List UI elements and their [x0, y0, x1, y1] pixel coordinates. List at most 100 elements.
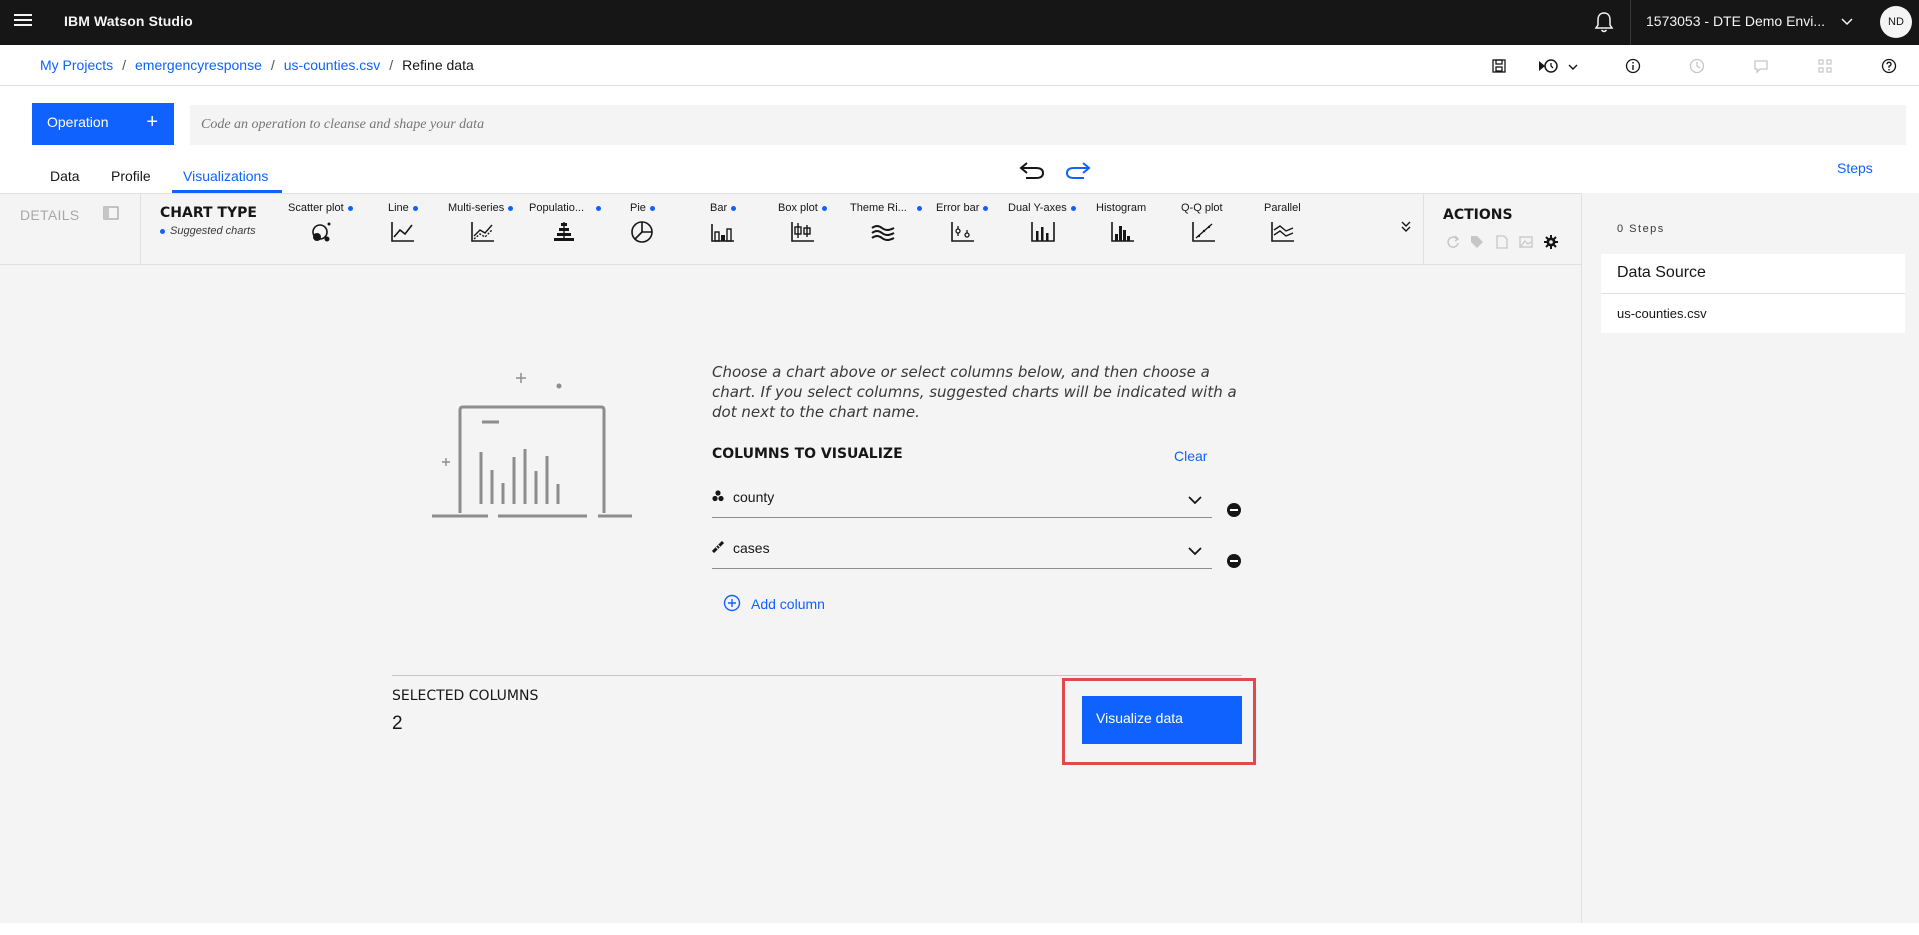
panel-divider	[140, 194, 141, 264]
hamburger-menu-icon[interactable]	[14, 14, 32, 28]
image-icon	[1519, 235, 1534, 254]
chevron-down-icon[interactable]	[1840, 15, 1854, 34]
numeric-ruler-icon	[711, 540, 725, 558]
chart-option-label: Box plot	[778, 202, 818, 214]
chart-option-label: Parallel	[1264, 202, 1301, 214]
settings-gear-icon[interactable]	[1543, 235, 1558, 254]
chart-option-label: Populatio...	[529, 202, 585, 214]
suggested-dot-icon	[649, 205, 655, 211]
breadcrumb: My Projects / emergencyresponse / us-countie…	[40, 57, 474, 73]
operation-code-input[interactable]	[190, 105, 1906, 145]
chart-option-histogram[interactable]: Histogram	[1096, 202, 1176, 258]
categorical-icon	[712, 489, 724, 507]
notification-bell-icon[interactable]	[1594, 11, 1614, 38]
visualize-instructions: Choose a chart above or select columns b…	[712, 363, 1237, 421]
tab-data[interactable]: Data	[50, 168, 80, 184]
help-icon[interactable]	[1881, 58, 1897, 79]
tab-visualizations[interactable]: Visualizations	[183, 168, 268, 184]
selected-columns-count: 2	[392, 713, 403, 734]
suggested-dot-icon	[347, 205, 353, 211]
chart-option-theme-river[interactable]: Theme Ri...	[850, 202, 930, 258]
actions-toolbar	[1446, 235, 1564, 254]
remove-column-cases-button[interactable]	[1227, 554, 1241, 568]
clear-columns-link[interactable]: Clear	[1174, 448, 1207, 464]
chart-option-dual-y-axes[interactable]: Dual Y-axes	[1008, 202, 1088, 258]
chart-option-label: Dual Y-axes	[1008, 202, 1067, 214]
error-bar-icon	[951, 222, 974, 242]
visualize-data-button[interactable]: Visualize data	[1082, 696, 1242, 744]
remove-column-county-button[interactable]	[1227, 503, 1241, 517]
data-source-title: Data Source	[1601, 254, 1905, 294]
suggested-dot-icon	[596, 205, 602, 211]
header-divider	[1630, 0, 1631, 45]
steps-panel: 0 Steps Data Source us-counties.csv	[1581, 193, 1919, 923]
add-column-button[interactable]: Add column	[723, 594, 825, 617]
redo-icon[interactable]	[1064, 160, 1092, 187]
suggested-charts-legend: Suggested charts	[160, 225, 256, 237]
add-circle-icon	[723, 594, 741, 616]
chart-option-label: Multi-series	[448, 202, 505, 214]
theme-river-icon	[871, 225, 895, 241]
breadcrumb-current: Refine data	[402, 57, 474, 73]
selected-columns-title: SELECTED COLUMNS	[392, 688, 539, 704]
chart-option-multi-series[interactable]: Multi-series	[448, 202, 528, 258]
column-name: county	[733, 489, 775, 505]
tab-profile[interactable]: Profile	[111, 168, 151, 184]
top-header: IBM Watson Studio 1573053 - DTE Demo Env…	[0, 0, 1919, 45]
brand-name[interactable]: IBM Watson Studio	[64, 13, 193, 29]
chart-option-scatter-plot[interactable]: Scatter plot	[288, 202, 368, 258]
steps-count: 0 Steps	[1617, 223, 1665, 235]
chart-option-label: Scatter plot	[288, 202, 344, 214]
data-source-item[interactable]: us-counties.csv	[1601, 294, 1905, 333]
panel-divider	[1423, 194, 1424, 264]
dual-y-axes-icon	[1031, 222, 1055, 242]
chart-option-error-bar[interactable]: Error bar	[936, 202, 1016, 258]
run-schedule-icon[interactable]	[1538, 58, 1560, 79]
save-icon[interactable]	[1491, 58, 1507, 79]
breadcrumb-file[interactable]: us-counties.csv	[284, 57, 380, 73]
suggested-dot-icon	[983, 205, 989, 211]
account-switcher[interactable]: 1573053 - DTE Demo Envi...	[1646, 13, 1825, 29]
steps-link[interactable]: Steps	[1837, 160, 1873, 176]
suggested-dot-icon	[1070, 205, 1076, 211]
suggested-dot-icon	[916, 205, 922, 211]
selected-columns-divider	[392, 675, 1242, 676]
column-select-county[interactable]: county	[712, 478, 1212, 518]
suggested-dot-icon	[160, 228, 165, 234]
chart-option-qq-plot[interactable]: Q-Q plot	[1181, 202, 1261, 258]
visualization-panel: DETAILS CHART TYPE Suggested charts Scat…	[0, 193, 1581, 923]
chevron-down-icon[interactable]	[1188, 543, 1202, 561]
chart-option-label: Histogram	[1096, 202, 1147, 214]
chart-option-box-plot[interactable]: Box plot	[778, 202, 858, 258]
chart-option-pie[interactable]: Pie	[630, 202, 710, 258]
details-label: DETAILS	[20, 207, 80, 223]
pie-chart-icon	[631, 221, 653, 243]
chart-option-label: Line	[388, 202, 409, 214]
column-select-cases[interactable]: cases	[711, 529, 1212, 569]
chart-option-parallel[interactable]: Parallel	[1264, 202, 1344, 258]
chart-option-population-pyramid[interactable]: Populatio...	[529, 202, 609, 258]
user-avatar[interactable]: ND	[1880, 6, 1912, 38]
breadcrumb-bar: My Projects / emergencyresponse / us-countie…	[0, 45, 1919, 86]
column-name: cases	[733, 540, 770, 556]
chart-option-label: Q-Q plot	[1181, 202, 1223, 214]
download-icon	[1495, 235, 1509, 254]
data-source-card: Data Source us-counties.csv	[1601, 254, 1905, 333]
operation-button[interactable]: Operation +	[32, 103, 174, 145]
panel-collapse-icon[interactable]	[103, 206, 119, 225]
chevron-down-icon[interactable]	[1188, 492, 1202, 510]
chart-type-bar: DETAILS CHART TYPE Suggested charts Scat…	[0, 194, 1581, 265]
breadcrumb-separator: /	[270, 57, 275, 73]
breadcrumb-project[interactable]: emergencyresponse	[135, 57, 262, 73]
chevron-double-down-icon[interactable]	[1399, 220, 1413, 239]
undo-icon[interactable]	[1018, 160, 1046, 187]
breadcrumb-my-projects[interactable]: My Projects	[40, 57, 113, 73]
chevron-down-icon[interactable]	[1567, 60, 1579, 78]
columns-to-visualize-title: COLUMNS TO VISUALIZE	[712, 446, 903, 462]
plus-icon: +	[146, 111, 158, 133]
info-icon[interactable]	[1625, 58, 1641, 79]
flow-icon	[1817, 58, 1833, 79]
tag-icon	[1470, 235, 1484, 254]
line-chart-icon	[391, 222, 414, 242]
scatter-icon	[312, 222, 331, 242]
